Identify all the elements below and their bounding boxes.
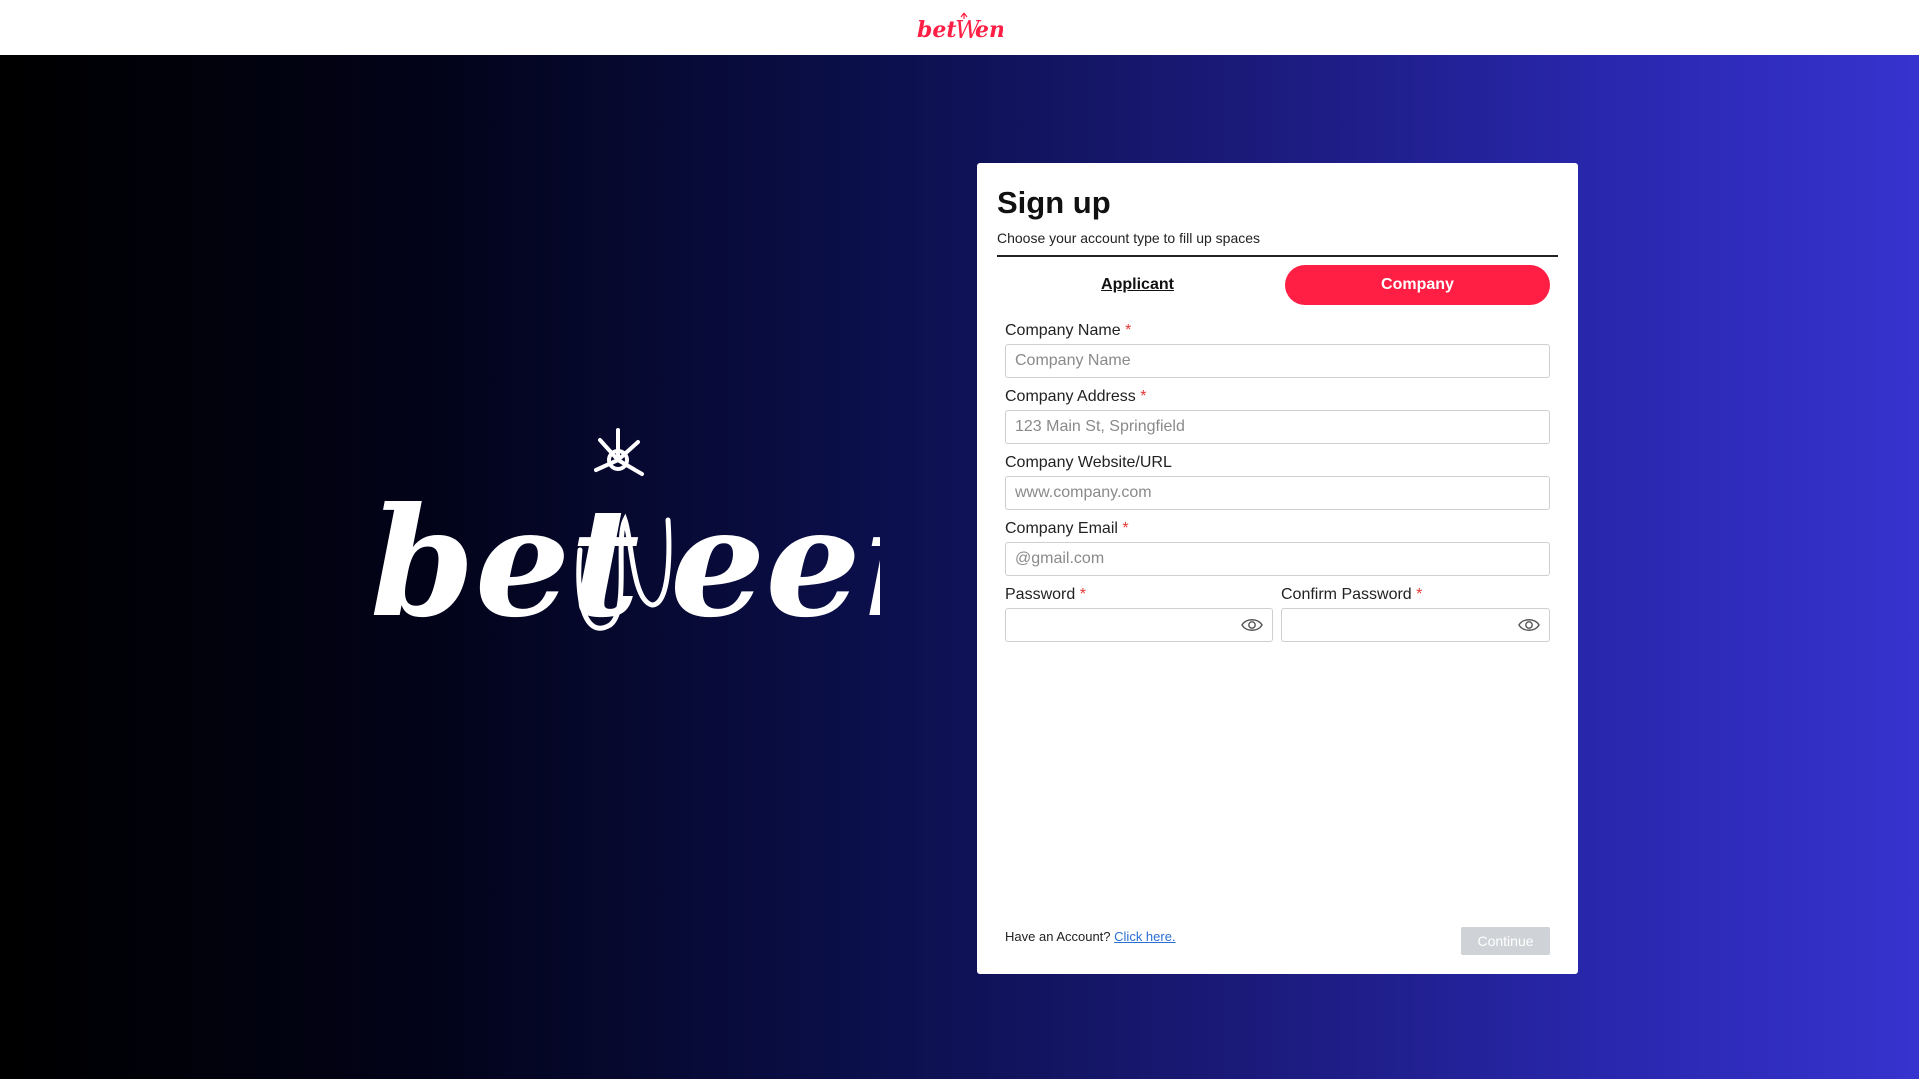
brand-logo-large: bet een xyxy=(370,428,880,650)
company-email-field: Company Email * xyxy=(1005,519,1550,576)
have-account-text: Have an Account? Click here. xyxy=(1005,929,1176,944)
company-address-label: Company Address * xyxy=(1005,388,1147,405)
continue-button[interactable]: Continue xyxy=(1461,927,1550,955)
password-input-wrap xyxy=(1005,608,1273,642)
tab-company[interactable]: Company xyxy=(1285,265,1550,305)
company-name-field: Company Name * xyxy=(1005,321,1550,378)
top-bar: bet W en xyxy=(0,0,1919,55)
password-input[interactable] xyxy=(1005,608,1273,642)
password-label: Password * xyxy=(1005,586,1086,603)
company-website-input[interactable] xyxy=(1005,476,1550,510)
login-link[interactable]: Click here. xyxy=(1114,929,1175,944)
svg-text:en: en xyxy=(975,17,1003,43)
company-email-input[interactable] xyxy=(1005,542,1550,576)
required-marker: * xyxy=(1140,388,1147,405)
signup-header: Sign up Choose your account type to fill… xyxy=(997,185,1558,257)
required-marker: * xyxy=(1122,520,1129,537)
company-name-label: Company Name * xyxy=(1005,322,1132,339)
company-email-label: Company Email * xyxy=(1005,520,1129,537)
company-address-field: Company Address * xyxy=(1005,387,1550,444)
company-website-label: Company Website/URL xyxy=(1005,454,1172,471)
password-field: Password * xyxy=(1005,585,1273,642)
confirm-password-input[interactable] xyxy=(1281,608,1550,642)
required-marker: * xyxy=(1416,586,1423,603)
page-subtitle: Choose your account type to fill up spac… xyxy=(997,230,1261,246)
confirm-password-field: Confirm Password * xyxy=(1281,585,1550,642)
svg-text:bet: bet xyxy=(370,475,640,650)
account-type-tabs: Applicant Company xyxy=(1005,265,1550,305)
signup-card: Sign up Choose your account type to fill… xyxy=(977,163,1578,974)
page-title: Sign up xyxy=(997,185,1111,220)
company-website-field: Company Website/URL xyxy=(1005,453,1550,510)
eye-icon[interactable] xyxy=(1241,617,1263,633)
hero-background xyxy=(0,55,1919,1079)
company-address-input[interactable] xyxy=(1005,410,1550,444)
confirm-password-label: Confirm Password * xyxy=(1281,586,1423,603)
eye-icon[interactable] xyxy=(1518,617,1540,633)
svg-text:een: een xyxy=(670,475,880,650)
required-marker: * xyxy=(1079,586,1086,603)
tab-applicant[interactable]: Applicant xyxy=(1005,265,1270,305)
required-marker: * xyxy=(1125,322,1132,339)
confirm-password-input-wrap xyxy=(1281,608,1550,642)
svg-text:bet: bet xyxy=(917,17,957,43)
brand-logo-small[interactable]: bet W en xyxy=(917,11,1003,45)
company-name-input[interactable] xyxy=(1005,344,1550,378)
